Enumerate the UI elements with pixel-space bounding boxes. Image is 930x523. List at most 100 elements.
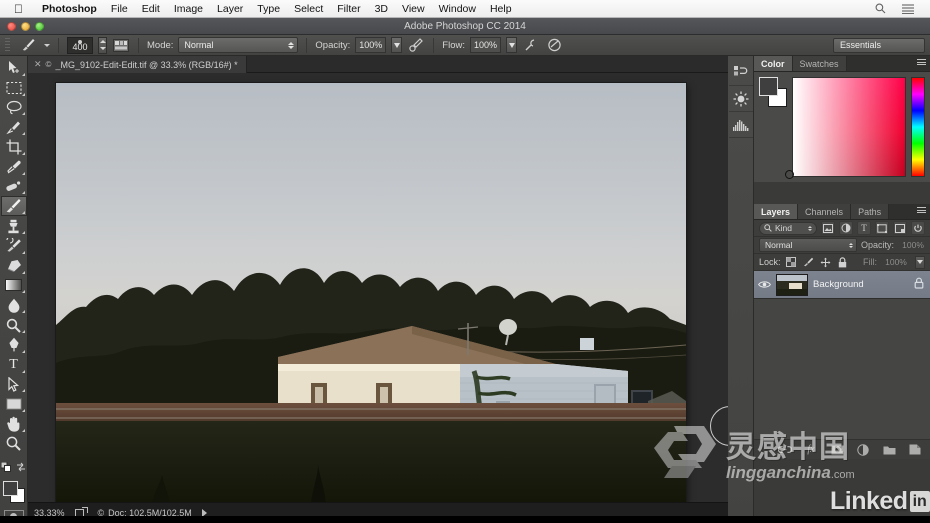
- menu-item-file[interactable]: File: [104, 3, 135, 15]
- dodge-tool[interactable]: [1, 315, 27, 335]
- layer-opacity-value[interactable]: 100%: [898, 239, 928, 252]
- panel-menu-icon[interactable]: [917, 207, 926, 213]
- search-icon[interactable]: [875, 3, 886, 14]
- apple-icon[interactable]: : [14, 3, 23, 15]
- airbrush-pressure-opacity-icon[interactable]: [407, 37, 425, 53]
- eraser-tool[interactable]: [1, 256, 27, 276]
- color-panel-foreground-swatch[interactable]: [759, 77, 778, 96]
- table-row[interactable]: Background: [754, 271, 930, 299]
- add-layer-mask-icon[interactable]: [830, 443, 844, 457]
- layer-thumbnail[interactable]: [776, 273, 808, 296]
- eye-icon[interactable]: [758, 280, 771, 289]
- adjustments-panel-icon[interactable]: [728, 86, 753, 112]
- default-colors-icon[interactable]: [0, 459, 11, 477]
- new-layer-icon[interactable]: [908, 443, 922, 457]
- lock-image-pixels-icon[interactable]: [802, 256, 815, 269]
- quick-selection-tool[interactable]: [1, 117, 27, 137]
- color-field[interactable]: [785, 77, 906, 179]
- path-selection-tool[interactable]: [1, 375, 27, 395]
- color-picker-body[interactable]: [754, 72, 930, 182]
- rectangle-tool[interactable]: [1, 394, 27, 414]
- flow-value[interactable]: 100%: [470, 37, 502, 53]
- options-bar-grip[interactable]: [5, 38, 10, 52]
- fill-slider-button[interactable]: [915, 255, 925, 269]
- lock-transparent-pixels-icon[interactable]: [785, 256, 798, 269]
- new-adjustment-layer-icon[interactable]: [856, 443, 870, 457]
- list-menu-icon[interactable]: [902, 3, 914, 14]
- brush-size-field[interactable]: 400: [67, 36, 93, 54]
- hand-tool[interactable]: [1, 414, 27, 434]
- canvas-area[interactable]: [28, 73, 750, 503]
- menu-item-layer[interactable]: Layer: [210, 3, 250, 15]
- lasso-tool[interactable]: [1, 98, 27, 118]
- fill-value[interactable]: 100%: [881, 256, 911, 269]
- tab-channels[interactable]: Channels: [798, 204, 852, 219]
- lock-icon[interactable]: [914, 276, 924, 294]
- menu-item-window[interactable]: Window: [432, 3, 483, 15]
- swap-colors-icon[interactable]: [16, 459, 26, 477]
- airbrush-icon[interactable]: [522, 37, 540, 53]
- layer-list[interactable]: Background: [754, 271, 930, 439]
- opacity-value[interactable]: 100%: [355, 37, 387, 53]
- menu-item-filter[interactable]: Filter: [330, 3, 367, 15]
- tab-swatches[interactable]: Swatches: [792, 56, 847, 71]
- history-panel-icon[interactable]: [728, 60, 753, 86]
- gradient-tool[interactable]: [1, 276, 27, 296]
- crop-tool[interactable]: [1, 137, 27, 157]
- menu-item-select[interactable]: Select: [287, 3, 330, 15]
- panel-menu-icon[interactable]: [917, 59, 926, 65]
- document-canvas[interactable]: [56, 83, 686, 503]
- history-brush-tool[interactable]: [1, 236, 27, 256]
- menu-item-image[interactable]: Image: [167, 3, 210, 15]
- lock-position-icon[interactable]: [819, 256, 832, 269]
- layer-blend-mode-select[interactable]: Normal: [759, 238, 857, 252]
- type-layers-filter-icon[interactable]: T: [857, 221, 871, 235]
- shape-layers-filter-icon[interactable]: [875, 221, 889, 235]
- color-swatches[interactable]: [1, 480, 27, 504]
- layer-name[interactable]: Background: [813, 279, 909, 290]
- eyedropper-tool[interactable]: [1, 157, 27, 177]
- brush-tool-icon[interactable]: [17, 37, 39, 54]
- smart-object-filter-icon[interactable]: [893, 221, 907, 235]
- menu-item-help[interactable]: Help: [483, 3, 519, 15]
- pixel-layers-filter-icon[interactable]: [821, 221, 835, 235]
- foreground-color-swatch[interactable]: [2, 480, 18, 496]
- flow-slider-button[interactable]: [506, 37, 518, 53]
- histogram-panel-icon[interactable]: [728, 112, 753, 138]
- blur-tool[interactable]: [1, 295, 27, 315]
- tab-layers[interactable]: Layers: [754, 204, 799, 219]
- filter-power-toggle-icon[interactable]: [911, 221, 925, 235]
- pressure-size-icon[interactable]: [545, 37, 563, 53]
- blend-mode-select[interactable]: Normal: [178, 37, 299, 53]
- clone-stamp-tool[interactable]: [1, 216, 27, 236]
- menu-item-view[interactable]: View: [395, 3, 432, 15]
- menu-item-edit[interactable]: Edit: [135, 3, 167, 15]
- brush-tool[interactable]: [0, 196, 27, 217]
- menu-item-photoshop[interactable]: Photoshop: [35, 3, 104, 15]
- type-tool-icon[interactable]: T: [9, 357, 18, 373]
- close-tab-icon[interactable]: ✕: [34, 59, 42, 70]
- brush-preset-panel-icon[interactable]: [112, 37, 130, 53]
- workspace-select[interactable]: Essentials: [833, 37, 925, 53]
- menu-item-3d[interactable]: 3D: [368, 3, 395, 15]
- spot-healing-brush-tool[interactable]: [1, 177, 27, 197]
- new-group-icon[interactable]: [882, 443, 896, 457]
- zoom-tool[interactable]: [1, 434, 27, 454]
- color-panel-swatches[interactable]: [759, 77, 787, 107]
- document-tab[interactable]: ✕ © _MG_9102-Edit-Edit.tif @ 33.3% (RGB/…: [28, 56, 247, 73]
- pen-tool[interactable]: [1, 335, 27, 355]
- move-tool[interactable]: [1, 58, 27, 78]
- link-layers-icon[interactable]: [778, 443, 792, 457]
- brush-size-stepper[interactable]: [98, 36, 107, 54]
- layer-filter-kind-select[interactable]: Kind: [759, 221, 817, 235]
- rectangular-marquee-tool[interactable]: [1, 78, 27, 98]
- opacity-slider-button[interactable]: [391, 37, 403, 53]
- tab-paths[interactable]: Paths: [851, 204, 890, 219]
- adjustment-layers-filter-icon[interactable]: [839, 221, 853, 235]
- hue-slider[interactable]: [911, 77, 925, 177]
- tool-preset-chevron-down-icon[interactable]: [44, 43, 50, 47]
- layer-style-fx-icon[interactable]: fx: [804, 443, 818, 457]
- tab-color[interactable]: Color: [754, 56, 793, 71]
- lock-all-icon[interactable]: [836, 256, 849, 269]
- menu-item-type[interactable]: Type: [250, 3, 287, 15]
